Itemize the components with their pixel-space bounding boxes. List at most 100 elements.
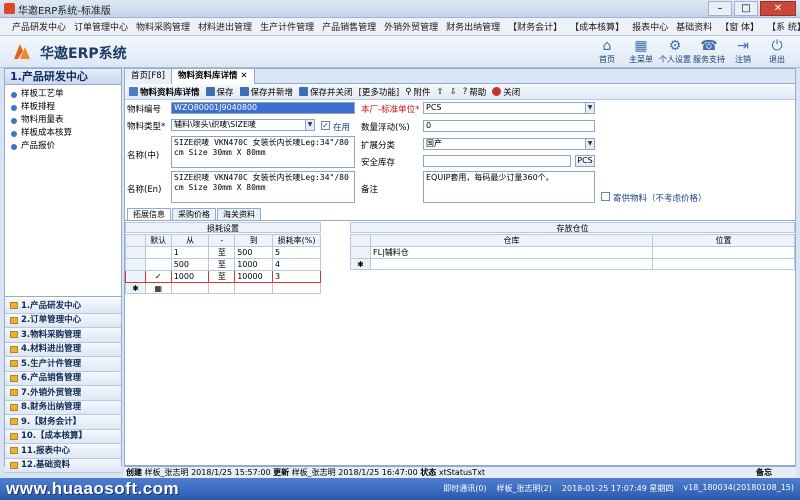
tab-close-icon[interactable]: ✕	[240, 71, 247, 81]
from-cell[interactable]: 1	[170, 246, 210, 259]
menu-item[interactable]: 【系 统】	[767, 20, 800, 33]
tab-customs-info[interactable]: 海关资料	[217, 208, 261, 220]
default-checkbox[interactable]: ✓	[144, 270, 172, 283]
module-group[interactable]: 3.物料采购管理	[5, 328, 121, 343]
module-group[interactable]: 6.产品销售管理	[5, 371, 121, 386]
column-header[interactable]: 位置	[652, 234, 795, 247]
tab-material-detail[interactable]: 物料资料库详情 ✕	[171, 69, 255, 84]
module-group[interactable]: 9.【财务会计】	[5, 415, 121, 430]
module-group[interactable]: 2.订单管理中心	[5, 313, 121, 328]
module-group[interactable]: 10.【成本核算】	[5, 429, 121, 444]
safety-stock-field[interactable]	[423, 155, 571, 167]
save-button[interactable]: 保存	[205, 86, 234, 98]
name-en-textarea[interactable]: SIZE织唛 VKN470C 女装长内长唛Leg:34"/80cm Size 3…	[171, 171, 355, 203]
move-down-button[interactable]: ⇩	[450, 87, 457, 97]
sidebar-item[interactable]: 样板排程	[5, 101, 121, 114]
from-cell[interactable]: 500	[170, 258, 210, 271]
column-header[interactable]: 到	[234, 234, 274, 247]
tab-purchase-price[interactable]: 采购价格	[172, 208, 216, 220]
sidebar-item[interactable]: 物料用量表	[5, 114, 121, 127]
exit-button[interactable]: ⏻ 退出	[760, 38, 794, 65]
sidebar-item[interactable]: 产品报价	[5, 140, 121, 153]
home-button[interactable]: ⌂ 首页	[590, 38, 624, 65]
type-select[interactable]: 辅料\嘜头\织唛\SIZE唛 ▼	[171, 119, 315, 131]
settings-button[interactable]: ⚙ 个人设置	[658, 38, 692, 65]
menu-item[interactable]: 【财务会计】	[508, 20, 562, 33]
menu-item[interactable]: 产品研发中心	[12, 20, 66, 33]
menu-item[interactable]: 外销外贸管理	[384, 20, 438, 33]
module-group[interactable]: 1.产品研发中心	[5, 299, 121, 314]
category-select[interactable]: 国产 ▼	[423, 138, 595, 150]
warehouse-cell[interactable]: FL|辅料仓	[370, 246, 653, 259]
remark-textarea[interactable]: EQUIP套用，每码最少订量360个。	[423, 171, 595, 203]
menu-item[interactable]: 【成本核算】	[570, 20, 624, 33]
to-cell[interactable]: 500	[234, 246, 274, 259]
main-menu-button[interactable]: ▦ 主菜单	[624, 38, 658, 65]
code-label: 物料编号	[127, 105, 162, 115]
new-row[interactable]: ✱	[350, 258, 795, 270]
module-group[interactable]: 8.财务出纳管理	[5, 400, 121, 415]
folder-icon	[10, 374, 18, 382]
column-header[interactable]: 仓库	[370, 234, 653, 247]
menu-item[interactable]: 订单管理中心	[74, 20, 128, 33]
to-cell[interactable]: 1000	[234, 258, 274, 271]
notes-label[interactable]: 备忘	[756, 467, 772, 478]
table-row[interactable]: FL|辅料仓	[350, 246, 795, 259]
default-checkbox[interactable]	[144, 258, 172, 271]
move-up-button[interactable]: ⇧	[436, 87, 443, 97]
minimize-button[interactable]: –	[708, 1, 732, 16]
sidebar-item[interactable]: 样板工艺单	[5, 88, 121, 101]
home-icon: ⌂	[602, 38, 612, 54]
enabled-checkbox[interactable]: ✓	[321, 121, 330, 130]
attachment-button[interactable]: ⚲ 附件	[405, 86, 430, 98]
stock-unit-button[interactable]: PCS	[575, 155, 595, 167]
module-group[interactable]: 5.生产计件管理	[5, 357, 121, 372]
help-button[interactable]: ? 帮助	[463, 86, 487, 98]
menu-item[interactable]: 材料进出管理	[198, 20, 252, 33]
new-row[interactable]: ✱ ▦	[125, 282, 321, 294]
more-functions-button[interactable]: [更多功能]	[359, 86, 400, 98]
floppy-plus-icon	[239, 87, 249, 96]
rate-cell[interactable]: 4	[272, 258, 321, 271]
unit-select[interactable]: PCS ▼	[423, 102, 595, 114]
code-field[interactable]: WZQ80001J9040800	[171, 102, 355, 114]
menu-item[interactable]: 【窗 体】	[720, 20, 759, 33]
location-cell[interactable]	[652, 246, 795, 259]
sidebar-item[interactable]: 样板成本核算	[5, 127, 121, 140]
to-cell[interactable]: 10000	[234, 270, 274, 283]
logout-button[interactable]: ⇥ 注销	[726, 38, 760, 65]
tab-extended-info[interactable]: 拓展信息	[127, 208, 171, 220]
tab-home[interactable]: 首页[F8]	[125, 69, 172, 84]
table-row[interactable]: 1 至 500 5	[125, 246, 321, 259]
module-group[interactable]: 4.材料进出管理	[5, 342, 121, 357]
menu-item[interactable]: 生产计件管理	[260, 20, 314, 33]
module-group[interactable]: 7.外销外贸管理	[5, 386, 121, 401]
table-row[interactable]: 500 至 1000 4	[125, 258, 321, 271]
menu-item[interactable]: 产品销售管理	[322, 20, 376, 33]
column-header[interactable]: 损耗率(%)	[272, 234, 321, 247]
column-header[interactable]: 从	[170, 234, 210, 247]
maximize-button[interactable]: □	[734, 1, 758, 16]
name-cn-textarea[interactable]: SIZE织唛 VKN470C 女装长内长唛Leg:34"/80cm Size 3…	[171, 136, 355, 168]
support-button[interactable]: ☎ 服务支持	[692, 38, 726, 65]
module-group[interactable]: 11.报表中心	[5, 444, 121, 459]
menu-item[interactable]: 物料采购管理	[136, 20, 190, 33]
table-row[interactable]: ✓ 1000 至 10000 3	[125, 270, 321, 283]
default-checkbox[interactable]	[144, 246, 172, 259]
from-cell[interactable]: 1000	[170, 270, 210, 283]
save-new-button[interactable]: 保存并新增	[239, 86, 293, 98]
instant-message-button[interactable]: 即时通讯(0)	[443, 483, 486, 494]
close-form-button[interactable]: 关闭	[492, 86, 520, 98]
supply-material-checkbox[interactable]	[601, 192, 610, 201]
save-close-button[interactable]: 保存并关闭	[299, 86, 353, 98]
column-header[interactable]: 默认	[144, 234, 172, 247]
column-header[interactable]: -	[208, 234, 236, 247]
module-group[interactable]: 12.基础资料	[5, 458, 121, 473]
rate-cell[interactable]: 3	[272, 270, 321, 283]
menu-item[interactable]: 报表中心	[632, 20, 668, 33]
float-field[interactable]: 0	[423, 120, 595, 132]
rate-cell[interactable]: 5	[272, 246, 321, 259]
close-window-button[interactable]: ✕	[760, 1, 796, 16]
menu-item[interactable]: 财务出纳管理	[446, 20, 500, 33]
menu-item[interactable]: 基础资料	[676, 20, 712, 33]
